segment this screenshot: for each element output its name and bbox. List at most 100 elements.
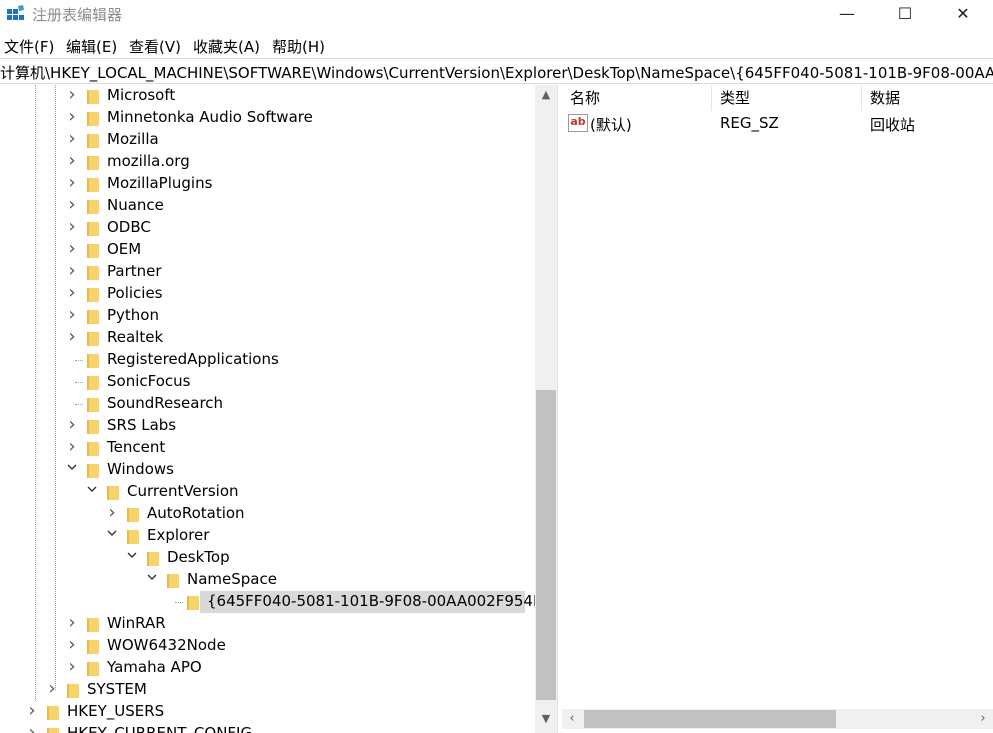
tree-item[interactable]: › Yamaha APO <box>0 657 535 679</box>
tree-item[interactable]: RegisteredApplications <box>0 349 535 371</box>
chevron-down-icon[interactable] <box>85 483 99 499</box>
tree-item[interactable]: › WinRAR <box>0 613 535 635</box>
chevron-right-icon[interactable]: › <box>25 724 39 733</box>
tree-item-label[interactable]: RegisteredApplications <box>107 350 279 368</box>
maximize-button[interactable]: ☐ <box>876 0 934 30</box>
value-row[interactable]: ab (默认) REG_SZ 回收站 <box>562 112 993 134</box>
tree-item-label[interactable]: WOW6432Node <box>107 636 226 654</box>
scroll-down-arrow-icon[interactable]: ▼ <box>535 709 557 729</box>
chevron-right-icon[interactable]: › <box>65 328 79 346</box>
column-header-name[interactable]: 名称 <box>562 85 712 111</box>
tree-item[interactable]: › HKEY_USERS <box>0 701 535 723</box>
menu-edit[interactable]: 编辑(E) <box>66 36 117 57</box>
chevron-right-icon[interactable]: › <box>65 438 79 456</box>
key-tree[interactable]: › Microsoft › Minnetonka Audio Software › Moz… <box>0 85 557 733</box>
address-bar[interactable]: 计算机\HKEY_LOCAL_MACHINE\SOFTWARE\Windows\… <box>0 58 993 84</box>
chevron-right-icon[interactable]: › <box>65 614 79 632</box>
tree-item[interactable]: DeskTop <box>0 547 535 569</box>
tree-item-label[interactable]: Yamaha APO <box>107 658 202 676</box>
chevron-right-icon[interactable]: › <box>45 680 59 698</box>
chevron-down-icon[interactable] <box>65 461 79 477</box>
tree-item-label[interactable]: Python <box>107 306 159 324</box>
tree-item[interactable]: › Nuance <box>0 195 535 217</box>
column-header-data[interactable]: 数据 <box>862 85 993 111</box>
tree-item-label[interactable]: Microsoft <box>107 86 175 104</box>
chevron-right-icon[interactable]: › <box>65 130 79 148</box>
tree-vertical-scrollbar[interactable]: ▲ ▼ <box>535 85 557 733</box>
chevron-right-icon[interactable]: › <box>105 504 119 522</box>
tree-item[interactable]: Explorer <box>0 525 535 547</box>
tree-item-label[interactable]: HKEY_CURRENT_CONFIG <box>67 724 252 733</box>
tree-item-label[interactable]: Explorer <box>147 526 209 544</box>
tree-item-label[interactable]: SoundResearch <box>107 394 223 412</box>
chevron-right-icon[interactable]: › <box>65 636 79 654</box>
tree-item[interactable]: › AutoRotation <box>0 503 535 525</box>
minimize-button[interactable]: — <box>818 0 876 30</box>
tree-item-label[interactable]: mozilla.org <box>107 152 190 170</box>
tree-item[interactable]: NameSpace <box>0 569 535 591</box>
tree-item-label[interactable]: Mozilla <box>107 130 159 148</box>
tree-scroll-thumb[interactable] <box>536 390 556 700</box>
tree-item-label[interactable]: HKEY_USERS <box>67 702 164 720</box>
tree-item[interactable]: › SYSTEM <box>0 679 535 701</box>
tree-item-label[interactable]: Realtek <box>107 328 163 346</box>
menu-favorites[interactable]: 收藏夹(A) <box>193 36 260 57</box>
tree-item-label[interactable]: Minnetonka Audio Software <box>107 108 313 126</box>
tree-item[interactable]: › Realtek <box>0 327 535 349</box>
tree-item-label[interactable]: NameSpace <box>187 570 277 588</box>
value-list[interactable]: 名称 类型 数据 ab (默认) REG_SZ 回收站 <box>562 85 993 733</box>
tree-item-label[interactable]: SRS Labs <box>107 416 176 434</box>
tree-item-label[interactable]: ODBC <box>107 218 151 236</box>
column-header-type[interactable]: 类型 <box>712 85 862 111</box>
tree-item[interactable]: › mozilla.org <box>0 151 535 173</box>
chevron-down-icon[interactable] <box>145 571 159 587</box>
chevron-right-icon[interactable]: › <box>65 262 79 280</box>
tree-item-label[interactable]: {645FF040-5081-101B-9F08-00AA002F954E} <box>207 592 552 610</box>
tree-item[interactable]: › ODBC <box>0 217 535 239</box>
tree-item[interactable]: {645FF040-5081-101B-9F08-00AA002F954E} <box>0 591 552 613</box>
tree-item-label[interactable]: Nuance <box>107 196 164 214</box>
tree-item[interactable]: Windows <box>0 459 535 481</box>
menu-file[interactable]: 文件(F) <box>4 36 54 57</box>
chevron-right-icon[interactable]: › <box>65 108 79 126</box>
tree-item[interactable]: › Minnetonka Audio Software <box>0 107 535 129</box>
tree-item[interactable]: › Microsoft <box>0 85 535 107</box>
tree-item-label[interactable]: Policies <box>107 284 162 302</box>
tree-item[interactable]: › WOW6432Node <box>0 635 535 657</box>
tree-item-label[interactable]: Partner <box>107 262 162 280</box>
chevron-right-icon[interactable]: › <box>65 196 79 214</box>
tree-item-label[interactable]: Tencent <box>107 438 165 456</box>
chevron-right-icon[interactable]: › <box>65 416 79 434</box>
tree-item[interactable]: SonicFocus <box>0 371 535 393</box>
tree-item-label[interactable]: SonicFocus <box>107 372 190 390</box>
list-scroll-thumb[interactable] <box>584 710 836 728</box>
tree-item[interactable]: › Python <box>0 305 535 327</box>
chevron-right-icon[interactable]: › <box>65 658 79 676</box>
scroll-left-arrow-icon[interactable]: ‹ <box>562 709 582 729</box>
tree-item-label[interactable]: OEM <box>107 240 141 258</box>
tree-item-label[interactable]: WinRAR <box>107 614 166 632</box>
tree-item[interactable]: SoundResearch <box>0 393 535 415</box>
chevron-right-icon[interactable]: › <box>25 702 39 720</box>
chevron-right-icon[interactable]: › <box>65 218 79 236</box>
scroll-up-arrow-icon[interactable]: ▲ <box>535 85 557 105</box>
tree-item-label[interactable]: DeskTop <box>167 548 230 566</box>
menu-view[interactable]: 查看(V) <box>129 36 181 57</box>
chevron-down-icon[interactable] <box>105 527 119 543</box>
tree-item[interactable]: › HKEY_CURRENT_CONFIG <box>0 723 535 733</box>
scroll-right-arrow-icon[interactable]: › <box>973 709 993 729</box>
tree-item-label[interactable]: Windows <box>107 460 174 478</box>
tree-item[interactable]: › MozillaPlugins <box>0 173 535 195</box>
close-button[interactable]: ✕ <box>934 0 992 30</box>
chevron-right-icon[interactable]: › <box>65 174 79 192</box>
tree-item-label[interactable]: SYSTEM <box>87 680 147 698</box>
tree-item[interactable]: › OEM <box>0 239 535 261</box>
tree-item-label[interactable]: CurrentVersion <box>127 482 239 500</box>
tree-item[interactable]: › Partner <box>0 261 535 283</box>
menu-help[interactable]: 帮助(H) <box>272 36 325 57</box>
chevron-right-icon[interactable]: › <box>65 306 79 324</box>
tree-item-label[interactable]: MozillaPlugins <box>107 174 212 192</box>
address-path[interactable]: 计算机\HKEY_LOCAL_MACHINE\SOFTWARE\Windows\… <box>0 62 993 83</box>
list-horizontal-scrollbar[interactable]: ‹ › <box>562 709 993 729</box>
chevron-right-icon[interactable]: › <box>65 240 79 258</box>
